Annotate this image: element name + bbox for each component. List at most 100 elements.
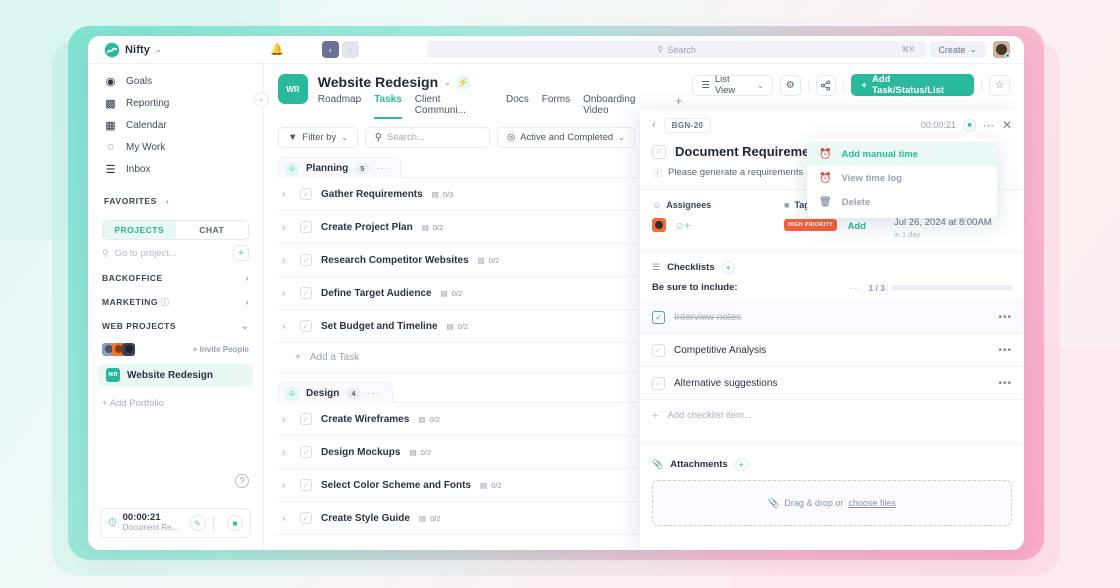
timer-stop-button[interactable]: ■	[226, 515, 243, 531]
detail-description-text: Please generate a requirements ·	[668, 167, 810, 178]
nav-forward-button[interactable]: ›	[341, 41, 359, 58]
sidebar-group-web-projects[interactable]: WEB PROJECTS ⌄	[88, 314, 263, 338]
view-selector[interactable]: ☰ List View ⌄	[692, 74, 773, 96]
tab-projects[interactable]: PROJECTS	[103, 221, 176, 239]
add-task-status-list-button[interactable]: + Add Task/Status/List	[851, 74, 975, 96]
due-date-value[interactable]: Jul 26, 2024 at 8:00AM	[894, 217, 992, 228]
gear-icon[interactable]: ⚙	[779, 74, 801, 96]
tab-tasks[interactable]: Tasks	[374, 94, 402, 119]
add-portfolio-button[interactable]: + Add Portfolio	[88, 386, 263, 409]
share-icon[interactable]	[815, 74, 837, 96]
tab-client-communication[interactable]: Client Communi...	[415, 94, 493, 119]
add-checklist-item-button[interactable]: + Add checklist item...	[640, 399, 1024, 431]
sidebar-item-inbox[interactable]: ☰ Inbox	[88, 158, 263, 180]
bell-icon[interactable]: 🔔	[270, 43, 284, 56]
menu-item-view-time-log[interactable]: ⏰ View time log	[807, 166, 997, 190]
status-badge[interactable]: HIGH PRIORITY	[784, 218, 838, 231]
attachment-dropzone[interactable]: 📎 Drag & drop or choose files	[652, 480, 1012, 526]
task-search-input[interactable]: ⚲ Search...	[364, 127, 490, 148]
expand-icon[interactable]: ›	[282, 480, 291, 491]
timer-context-menu: ⏰ Add manual time ⏰ View time log 🗑 Dele…	[807, 138, 997, 218]
expand-icon[interactable]: ›	[282, 321, 291, 332]
favorites-section[interactable]: FAVORITES ›	[88, 188, 263, 214]
task-checkbox[interactable]: ✓	[300, 479, 312, 491]
chevron-down-icon[interactable]: ⌄	[444, 78, 451, 87]
sidebar-item-my-work[interactable]: ◌ My Work	[88, 136, 263, 158]
list-item[interactable]: ✓ Interview notes •••	[640, 300, 1024, 333]
nifty-logo-icon	[104, 42, 120, 58]
group-more-icon[interactable]: ···	[368, 388, 381, 399]
create-button[interactable]: Create ⌄	[930, 41, 985, 58]
app-window: Nifty ⌄ 🔔 ‹ › ⚲ Search ⌘K Create ⌄ ◉ Goa…	[88, 36, 1024, 550]
sidebar-group-backoffice[interactable]: BACKOFFICE ›	[88, 266, 263, 290]
sidebar-item-reporting[interactable]: ▩ Reporting	[88, 92, 263, 114]
add-tag-button[interactable]: Add	[848, 221, 866, 232]
more-icon[interactable]: ⋯	[983, 119, 995, 132]
avatar[interactable]	[652, 217, 666, 232]
task-checkbox[interactable]: ✓	[300, 413, 312, 425]
task-checkbox[interactable]: ✓	[300, 446, 312, 458]
task-checkbox[interactable]: ✓	[300, 221, 312, 233]
expand-icon[interactable]: ›	[282, 222, 291, 233]
expand-icon[interactable]: ›	[282, 414, 291, 425]
expand-icon[interactable]: ›	[282, 513, 291, 524]
tab-chat[interactable]: CHAT	[176, 221, 249, 239]
task-name: Design Mockups	[321, 446, 401, 458]
detail-task-checkbox[interactable]: ✓	[652, 144, 666, 159]
expand-icon[interactable]: ›	[282, 447, 291, 458]
expand-icon[interactable]: ›	[282, 189, 291, 200]
status-filter-button[interactable]: ◎ Active and Completed ⌄	[496, 127, 635, 148]
task-checkbox[interactable]: ✓	[300, 287, 312, 299]
choose-files-link[interactable]: choose files	[848, 498, 896, 508]
close-icon[interactable]: ✕	[1002, 118, 1012, 132]
checklist-item-more-icon[interactable]: •••	[998, 378, 1012, 389]
menu-item-add-manual-time[interactable]: ⏰ Add manual time	[807, 142, 997, 166]
group-header-design[interactable]: ☺ Design 4 ···	[278, 382, 393, 404]
star-icon[interactable]: ☆	[989, 74, 1010, 96]
add-attachment-button[interactable]: +	[734, 458, 748, 471]
sidebar-item-website-redesign[interactable]: WR Website Redesign	[98, 364, 253, 386]
add-project-button[interactable]: +	[233, 245, 249, 261]
checklist-item-checkbox[interactable]: ✓	[652, 376, 665, 390]
user-avatar[interactable]	[993, 41, 1010, 58]
task-checkbox[interactable]: ✓	[300, 254, 312, 266]
timer-edit-button[interactable]: ✎	[189, 515, 206, 531]
task-checkbox[interactable]: ✓	[300, 188, 312, 200]
menu-item-delete[interactable]: 🗑 Delete	[807, 190, 997, 214]
checklist-more-icon[interactable]: ···	[849, 283, 861, 293]
expand-icon[interactable]: ›	[282, 288, 291, 299]
list-item[interactable]: ✓ Alternative suggestions •••	[640, 366, 1024, 399]
checklist-item-checkbox[interactable]: ✓	[652, 343, 665, 357]
invite-people-link[interactable]: + Invite People	[193, 345, 249, 354]
help-icon[interactable]: ?	[235, 474, 249, 488]
bolt-icon[interactable]: ⚡	[456, 75, 470, 89]
nav-back-button[interactable]: ‹	[321, 41, 339, 58]
group-label: WEB PROJECTS	[102, 321, 177, 331]
filter-by-button[interactable]: ▼ Filter by ⌄	[278, 127, 358, 148]
sidebar-item-calendar[interactable]: ▦ Calendar	[88, 114, 263, 136]
collapse-sidebar-button[interactable]: ‹	[254, 92, 269, 107]
expand-icon[interactable]: ›	[282, 255, 291, 266]
tab-docs[interactable]: Docs	[506, 94, 529, 119]
checklist-item-checkbox[interactable]: ✓	[652, 310, 665, 324]
task-checkbox[interactable]: ✓	[300, 512, 312, 524]
back-chevron-icon[interactable]: ‹	[652, 119, 656, 131]
tab-roadmap[interactable]: Roadmap	[318, 94, 361, 119]
task-checkbox[interactable]: ✓	[300, 320, 312, 332]
avatar[interactable]	[122, 342, 135, 356]
checklist-item-more-icon[interactable]: •••	[998, 312, 1012, 323]
sidebar-item-goals[interactable]: ◉ Goals	[88, 70, 263, 92]
tab-forms[interactable]: Forms	[542, 94, 570, 119]
project-search-input[interactable]: Go to project...	[115, 248, 227, 259]
global-search-input[interactable]: ⚲ Search ⌘K	[426, 41, 927, 58]
brand-logo[interactable]: Nifty ⌄	[96, 42, 228, 58]
checklist-item-more-icon[interactable]: •••	[998, 345, 1012, 356]
sidebar-group-marketing[interactable]: MARKETING ⓘ ›	[88, 290, 263, 314]
add-checklist-button[interactable]: +	[721, 261, 735, 274]
list-item[interactable]: ✓ Competitive Analysis •••	[640, 333, 1024, 366]
subtask-value: 0/2	[491, 480, 502, 490]
group-more-icon[interactable]: ···	[376, 163, 389, 174]
my-work-icon: ◌	[107, 141, 114, 153]
group-header-planning[interactable]: ☺ Planning 5 ···	[278, 157, 402, 179]
add-assignee-button[interactable]: ☺+	[674, 221, 690, 232]
